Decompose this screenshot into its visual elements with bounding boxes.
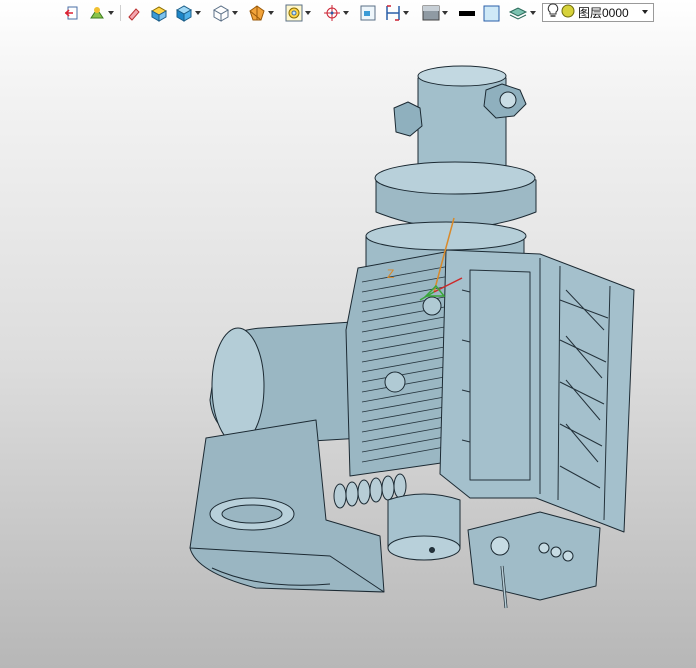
model-viewport[interactable]: Z xyxy=(0,28,696,668)
cad-model-render: Z xyxy=(189,65,635,609)
valve-block xyxy=(467,511,601,601)
z-axis-label: Z xyxy=(387,267,394,281)
